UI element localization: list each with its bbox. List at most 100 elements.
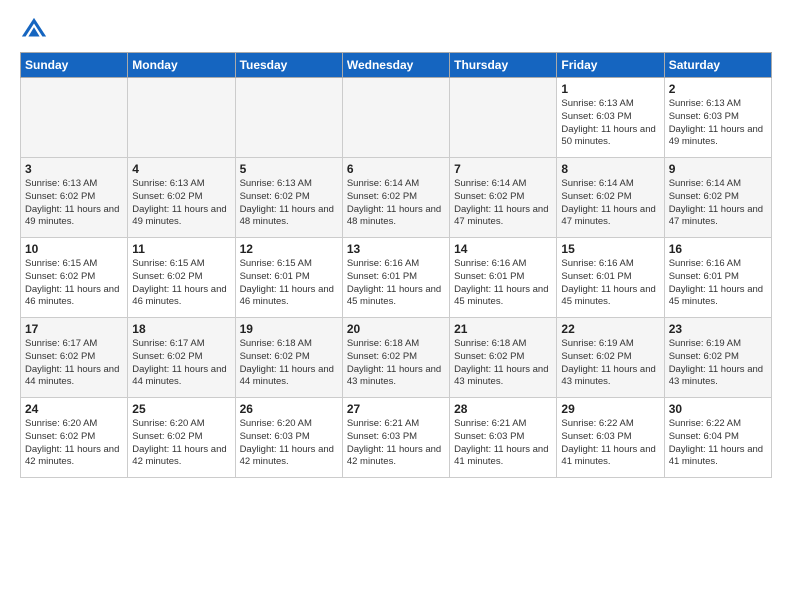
day-header-monday: Monday: [128, 53, 235, 78]
calendar-day: 13 Sunrise: 6:16 AM Sunset: 6:01 PM Dayli…: [342, 238, 449, 318]
day-number: 10: [25, 242, 123, 256]
calendar-day: 21Sunrise: 6:18 AM Sunset: 6:02 PM Dayli…: [450, 318, 557, 398]
day-number: 30: [669, 402, 767, 416]
day-info: Sunrise: 6:14 AM Sunset: 6:02 PM Dayligh…: [669, 178, 767, 229]
day-number: 14: [454, 242, 552, 256]
day-number: 24: [25, 402, 123, 416]
calendar-week-4: 17 Sunrise: 6:17 AM Sunset: 6:02 PM Dayli…: [21, 318, 772, 398]
day-number: 18: [132, 322, 230, 336]
calendar-day: 19 Sunrise: 6:18 AM Sunset: 6:02 PM Dayli…: [235, 318, 342, 398]
day-info: Sunrise: 6:20 AM Sunset: 6:02 PM Dayligh…: [132, 418, 230, 469]
calendar-body: 1 Sunrise: 6:13 AM Sunset: 6:03 PM Daylig…: [21, 78, 772, 478]
day-info: Sunrise: 6:22 AM Sunset: 6:03 PM Dayligh…: [561, 418, 659, 469]
day-info: Sunrise: 6:14 AM Sunset: 6:02 PM Dayligh…: [347, 178, 445, 229]
calendar-day: 5 Sunrise: 6:13 AM Sunset: 6:02 PM Daylig…: [235, 158, 342, 238]
calendar-day: 17 Sunrise: 6:17 AM Sunset: 6:02 PM Dayli…: [21, 318, 128, 398]
day-number: 13: [347, 242, 445, 256]
calendar-day: 22Sunrise: 6:19 AM Sunset: 6:02 PM Dayli…: [557, 318, 664, 398]
day-number: 15: [561, 242, 659, 256]
calendar-week-3: 10 Sunrise: 6:15 AM Sunset: 6:02 PM Dayli…: [21, 238, 772, 318]
page: SundayMondayTuesdayWednesdayThursdayFrid…: [0, 0, 792, 494]
day-info: Sunrise: 6:16 AM Sunset: 6:01 PM Dayligh…: [561, 258, 659, 309]
day-number: 8: [561, 162, 659, 176]
day-info: Sunrise: 6:18 AM Sunset: 6:02 PM Dayligh…: [347, 338, 445, 389]
day-number: 17: [25, 322, 123, 336]
calendar-day: 30Sunrise: 6:22 AM Sunset: 6:04 PM Dayli…: [664, 398, 771, 478]
logo: [20, 16, 52, 44]
day-info: Sunrise: 6:15 AM Sunset: 6:02 PM Dayligh…: [132, 258, 230, 309]
day-info: Sunrise: 6:21 AM Sunset: 6:03 PM Dayligh…: [347, 418, 445, 469]
calendar-day: 29 Sunrise: 6:22 AM Sunset: 6:03 PM Dayli…: [557, 398, 664, 478]
day-number: 19: [240, 322, 338, 336]
header-row: SundayMondayTuesdayWednesdayThursdayFrid…: [21, 53, 772, 78]
calendar-day: 24 Sunrise: 6:20 AM Sunset: 6:02 PM Dayli…: [21, 398, 128, 478]
day-number: 4: [132, 162, 230, 176]
calendar-table: SundayMondayTuesdayWednesdayThursdayFrid…: [20, 52, 772, 478]
calendar-day: 10 Sunrise: 6:15 AM Sunset: 6:02 PM Dayli…: [21, 238, 128, 318]
calendar-day: 1 Sunrise: 6:13 AM Sunset: 6:03 PM Daylig…: [557, 78, 664, 158]
calendar-day: 3Sunrise: 6:13 AM Sunset: 6:02 PM Daylig…: [21, 158, 128, 238]
calendar-day: [21, 78, 128, 158]
day-info: Sunrise: 6:14 AM Sunset: 6:02 PM Dayligh…: [561, 178, 659, 229]
calendar-week-1: 1 Sunrise: 6:13 AM Sunset: 6:03 PM Daylig…: [21, 78, 772, 158]
day-info: Sunrise: 6:18 AM Sunset: 6:02 PM Dayligh…: [454, 338, 552, 389]
day-info: Sunrise: 6:17 AM Sunset: 6:02 PM Dayligh…: [25, 338, 123, 389]
day-number: 6: [347, 162, 445, 176]
calendar-day: 7Sunrise: 6:14 AM Sunset: 6:02 PM Daylig…: [450, 158, 557, 238]
day-header-friday: Friday: [557, 53, 664, 78]
day-header-wednesday: Wednesday: [342, 53, 449, 78]
day-number: 1: [561, 82, 659, 96]
day-number: 29: [561, 402, 659, 416]
calendar-day: 28 Sunrise: 6:21 AM Sunset: 6:03 PM Dayli…: [450, 398, 557, 478]
header: [20, 16, 772, 44]
day-number: 9: [669, 162, 767, 176]
calendar-day: 4 Sunrise: 6:13 AM Sunset: 6:02 PM Daylig…: [128, 158, 235, 238]
calendar-day: 11 Sunrise: 6:15 AM Sunset: 6:02 PM Dayli…: [128, 238, 235, 318]
calendar-day: 23Sunrise: 6:19 AM Sunset: 6:02 PM Dayli…: [664, 318, 771, 398]
logo-icon: [20, 16, 48, 44]
calendar-week-2: 3Sunrise: 6:13 AM Sunset: 6:02 PM Daylig…: [21, 158, 772, 238]
calendar-day: [235, 78, 342, 158]
calendar-day: 6 Sunrise: 6:14 AM Sunset: 6:02 PM Daylig…: [342, 158, 449, 238]
calendar-day: 27 Sunrise: 6:21 AM Sunset: 6:03 PM Dayli…: [342, 398, 449, 478]
day-info: Sunrise: 6:15 AM Sunset: 6:02 PM Dayligh…: [25, 258, 123, 309]
day-info: Sunrise: 6:19 AM Sunset: 6:02 PM Dayligh…: [561, 338, 659, 389]
day-number: 5: [240, 162, 338, 176]
day-number: 23: [669, 322, 767, 336]
day-info: Sunrise: 6:20 AM Sunset: 6:02 PM Dayligh…: [25, 418, 123, 469]
day-info: Sunrise: 6:13 AM Sunset: 6:02 PM Dayligh…: [240, 178, 338, 229]
day-info: Sunrise: 6:14 AM Sunset: 6:02 PM Dayligh…: [454, 178, 552, 229]
day-info: Sunrise: 6:18 AM Sunset: 6:02 PM Dayligh…: [240, 338, 338, 389]
calendar-day: 18 Sunrise: 6:17 AM Sunset: 6:02 PM Dayli…: [128, 318, 235, 398]
day-info: Sunrise: 6:13 AM Sunset: 6:03 PM Dayligh…: [669, 98, 767, 149]
day-number: 25: [132, 402, 230, 416]
day-info: Sunrise: 6:13 AM Sunset: 6:03 PM Dayligh…: [561, 98, 659, 149]
day-number: 2: [669, 82, 767, 96]
day-number: 27: [347, 402, 445, 416]
day-number: 11: [132, 242, 230, 256]
day-info: Sunrise: 6:16 AM Sunset: 6:01 PM Dayligh…: [347, 258, 445, 309]
calendar-day: [450, 78, 557, 158]
calendar-day: 9 Sunrise: 6:14 AM Sunset: 6:02 PM Daylig…: [664, 158, 771, 238]
day-header-tuesday: Tuesday: [235, 53, 342, 78]
day-info: Sunrise: 6:17 AM Sunset: 6:02 PM Dayligh…: [132, 338, 230, 389]
day-info: Sunrise: 6:20 AM Sunset: 6:03 PM Dayligh…: [240, 418, 338, 469]
day-number: 20: [347, 322, 445, 336]
day-header-thursday: Thursday: [450, 53, 557, 78]
calendar-day: 20 Sunrise: 6:18 AM Sunset: 6:02 PM Dayli…: [342, 318, 449, 398]
day-info: Sunrise: 6:13 AM Sunset: 6:02 PM Dayligh…: [25, 178, 123, 229]
calendar-day: 15 Sunrise: 6:16 AM Sunset: 6:01 PM Dayli…: [557, 238, 664, 318]
day-number: 28: [454, 402, 552, 416]
calendar-day: [342, 78, 449, 158]
calendar-day: 8 Sunrise: 6:14 AM Sunset: 6:02 PM Daylig…: [557, 158, 664, 238]
calendar-day: [128, 78, 235, 158]
day-info: Sunrise: 6:16 AM Sunset: 6:01 PM Dayligh…: [669, 258, 767, 309]
day-header-sunday: Sunday: [21, 53, 128, 78]
calendar-week-5: 24 Sunrise: 6:20 AM Sunset: 6:02 PM Dayli…: [21, 398, 772, 478]
calendar-day: 25 Sunrise: 6:20 AM Sunset: 6:02 PM Dayli…: [128, 398, 235, 478]
day-number: 16: [669, 242, 767, 256]
day-info: Sunrise: 6:21 AM Sunset: 6:03 PM Dayligh…: [454, 418, 552, 469]
day-info: Sunrise: 6:13 AM Sunset: 6:02 PM Dayligh…: [132, 178, 230, 229]
day-info: Sunrise: 6:15 AM Sunset: 6:01 PM Dayligh…: [240, 258, 338, 309]
calendar-day: 16 Sunrise: 6:16 AM Sunset: 6:01 PM Dayli…: [664, 238, 771, 318]
